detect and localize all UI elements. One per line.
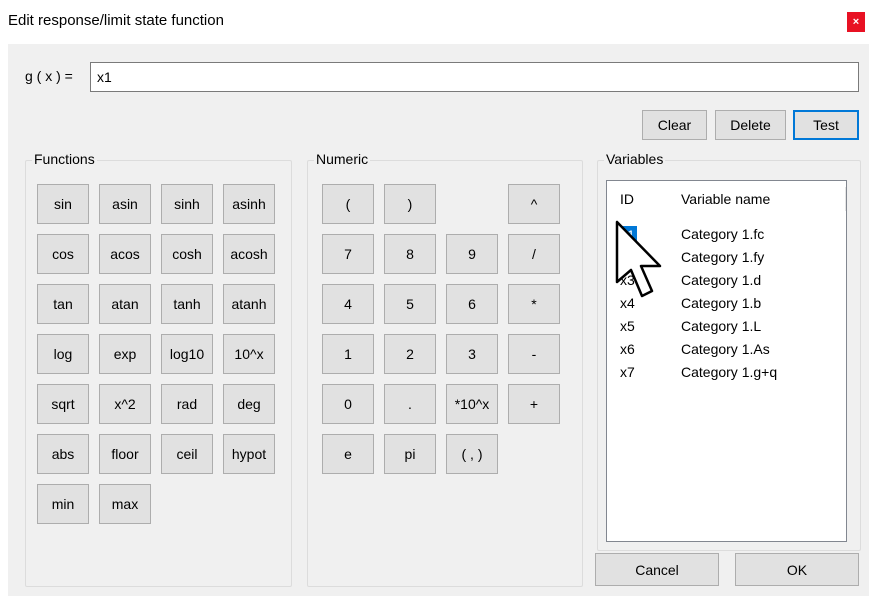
close-icon: × (852, 16, 860, 28)
numeric-button-1[interactable]: 1 (322, 334, 374, 374)
function-button-max[interactable]: max (99, 484, 151, 524)
function-button-acos[interactable]: acos (99, 234, 151, 274)
numeric-button-divide[interactable]: / (508, 234, 560, 274)
title-bar: Edit response/limit state function × (0, 0, 869, 44)
functions-group-title: Functions (32, 151, 97, 167)
function-button-abs[interactable]: abs (37, 434, 89, 474)
function-button-floor[interactable]: floor (99, 434, 151, 474)
variable-name[interactable]: Category 1.fc (681, 226, 764, 242)
clear-button[interactable]: Clear (642, 110, 707, 140)
numeric-group-title: Numeric (314, 151, 371, 167)
test-button[interactable]: Test (793, 110, 859, 140)
column-divider (845, 187, 846, 211)
numeric-button-9[interactable]: 9 (446, 234, 498, 274)
function-button-sinh[interactable]: sinh (161, 184, 213, 224)
pointer-cursor-icon (615, 220, 662, 298)
function-button-min[interactable]: min (37, 484, 89, 524)
variable-name[interactable]: Category 1.d (681, 272, 761, 288)
function-button-sin[interactable]: sin (37, 184, 89, 224)
variable-name[interactable]: Category 1.As (681, 341, 770, 357)
variable-name[interactable]: Category 1.b (681, 295, 761, 311)
variable-name[interactable]: Category 1.g+q (681, 364, 777, 380)
function-button-sqrt[interactable]: sqrt (37, 384, 89, 424)
function-button-exp[interactable]: exp (99, 334, 151, 374)
function-button-asin[interactable]: asin (99, 184, 151, 224)
function-button-log[interactable]: log (37, 334, 89, 374)
function-button-tanh[interactable]: tanh (161, 284, 213, 324)
function-button-hypot[interactable]: hypot (223, 434, 275, 474)
variable-id[interactable]: x6 (620, 341, 635, 357)
numeric-button-plus[interactable]: + (508, 384, 560, 424)
function-button-log10[interactable]: log10 (161, 334, 213, 374)
variable-id[interactable]: x5 (620, 318, 635, 334)
numeric-button-6[interactable]: 6 (446, 284, 498, 324)
numeric-button-2[interactable]: 2 (384, 334, 436, 374)
function-button-asinh[interactable]: asinh (223, 184, 275, 224)
numeric-button-3[interactable]: 3 (446, 334, 498, 374)
function-button-deg[interactable]: deg (223, 384, 275, 424)
close-button[interactable]: × (847, 12, 865, 32)
function-button-atan[interactable]: atan (99, 284, 151, 324)
function-button-rad[interactable]: rad (161, 384, 213, 424)
numeric-button-open-paren[interactable]: ( (322, 184, 374, 224)
column-header-id[interactable]: ID (620, 191, 634, 207)
column-header-variable-name[interactable]: Variable name (681, 191, 770, 207)
numeric-button-8[interactable]: 8 (384, 234, 436, 274)
numeric-button-decimal-point[interactable]: . (384, 384, 436, 424)
numeric-button-minus[interactable]: - (508, 334, 560, 374)
function-button-x-2[interactable]: x^2 (99, 384, 151, 424)
expression-input[interactable] (90, 62, 859, 92)
ok-button[interactable]: OK (735, 553, 859, 586)
variable-id[interactable]: x7 (620, 364, 635, 380)
numeric-button-multiply[interactable]: * (508, 284, 560, 324)
dialog-body: g ( x ) = Clear Delete Test Functions Nu… (8, 44, 869, 596)
function-button-10-x[interactable]: 10^x (223, 334, 275, 374)
function-button-ceil[interactable]: ceil (161, 434, 213, 474)
numeric-button-e[interactable]: e (322, 434, 374, 474)
function-button-cos[interactable]: cos (37, 234, 89, 274)
variable-name[interactable]: Category 1.fy (681, 249, 764, 265)
numeric-button-power[interactable]: ^ (508, 184, 560, 224)
numeric-button-paren-comma[interactable]: ( , ) (446, 434, 498, 474)
function-button-atanh[interactable]: atanh (223, 284, 275, 324)
cancel-button[interactable]: Cancel (595, 553, 719, 586)
delete-button[interactable]: Delete (715, 110, 786, 140)
numeric-button-5[interactable]: 5 (384, 284, 436, 324)
expression-label: g ( x ) = (25, 68, 73, 84)
numeric-button-pi[interactable]: pi (384, 434, 436, 474)
numeric-button-7[interactable]: 7 (322, 234, 374, 274)
numeric-button-times-ten-power[interactable]: *10^x (446, 384, 498, 424)
function-button-acosh[interactable]: acosh (223, 234, 275, 274)
window-title: Edit response/limit state function (8, 12, 224, 29)
function-button-tan[interactable]: tan (37, 284, 89, 324)
numeric-button-0[interactable]: 0 (322, 384, 374, 424)
numeric-button-4[interactable]: 4 (322, 284, 374, 324)
variables-group-title: Variables (604, 151, 666, 167)
function-button-cosh[interactable]: cosh (161, 234, 213, 274)
variable-name[interactable]: Category 1.L (681, 318, 761, 334)
numeric-button-close-paren[interactable]: ) (384, 184, 436, 224)
